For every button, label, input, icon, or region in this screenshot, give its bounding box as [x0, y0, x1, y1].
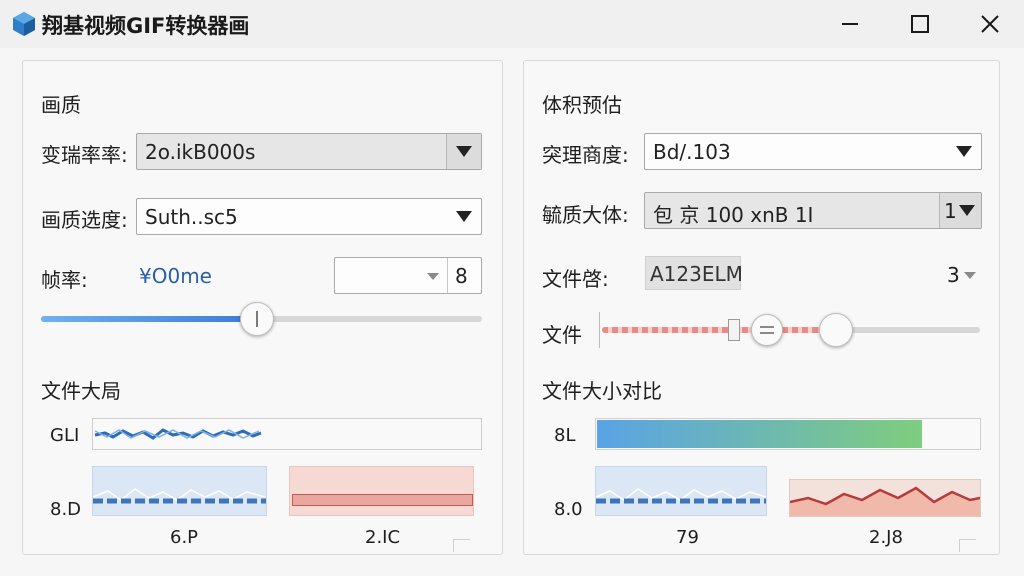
- caption-2: 2.IC: [365, 527, 401, 548]
- window-title: 翔基视频GIF转换器画: [42, 14, 250, 38]
- range-start-handle[interactable]: [728, 319, 740, 341]
- file-name-field[interactable]: A123ELM: [645, 256, 743, 290]
- size-compare-title: 文件大小对比: [542, 379, 662, 403]
- chevron-down-icon[interactable]: [427, 273, 439, 280]
- app-logo-icon: [13, 12, 35, 36]
- minimize-icon: [842, 23, 858, 25]
- quality-panel: 画质 变瑞率率: 2o.ikB000s 画质选度: Suth..sc5 帧率: …: [22, 60, 503, 555]
- minimize-button[interactable]: [818, 0, 882, 48]
- resolution-dropdown[interactable]: Bd/.103: [644, 133, 982, 170]
- gif-size-waveform: [596, 488, 766, 504]
- client-area: 画质 变瑞率率: 2o.ikB000s 画质选度: Suth..sc5 帧率: …: [0, 48, 1024, 576]
- file-slider-fill: [602, 327, 837, 333]
- gif-waveform: [94, 428, 262, 440]
- close-icon: [981, 15, 999, 33]
- quality-value: Suth..sc5: [145, 205, 238, 229]
- maximize-button[interactable]: [888, 0, 952, 48]
- title-bar[interactable]: 翔基视频GIF转换器画: [0, 0, 1024, 48]
- bitrate-label: 变瑞率率:: [41, 143, 128, 167]
- video-size-chart: [789, 479, 981, 517]
- row2-tag: 8.D: [50, 499, 82, 520]
- quality-section-title: 画质: [41, 93, 81, 117]
- gif-size-chart: [595, 466, 767, 516]
- body-quality-value: 包 京 100 xnB 1I: [653, 203, 814, 227]
- close-button[interactable]: [958, 0, 1022, 48]
- chevron-down-icon[interactable]: [447, 199, 481, 234]
- gif-waveform-track: [92, 418, 482, 450]
- row1-tag: GLI: [50, 425, 80, 446]
- gif-output-waveform: [93, 488, 266, 504]
- body-quality-dropdown[interactable]: 包 京 100 xnB 1I 1: [644, 192, 982, 229]
- caption-1: 79: [676, 527, 699, 548]
- fps-slider-fill: [41, 316, 258, 322]
- video-output-chart: [289, 466, 474, 516]
- chevron-down-icon[interactable]: [964, 272, 976, 279]
- file-count: 3: [947, 263, 960, 287]
- size-bar-fill: [597, 420, 922, 448]
- chevron-down-icon[interactable]: [446, 134, 481, 169]
- resize-grip-icon[interactable]: [453, 539, 470, 552]
- range-mid-handle[interactable]: [751, 314, 783, 346]
- video-size-waveform: [790, 486, 980, 516]
- row1-tag: 8L: [554, 425, 576, 446]
- resolution-label: 突理商度:: [542, 143, 629, 167]
- file-size-title: 文件大局: [41, 379, 121, 403]
- video-output-bar: [292, 494, 473, 506]
- size-bar-track: [595, 418, 981, 450]
- resolution-value: Bd/.103: [653, 140, 731, 164]
- caption-2: 2.J8: [869, 527, 903, 548]
- size-estimate-title: 体积预估: [542, 93, 622, 117]
- bitrate-value: 2o.ikB000s: [145, 140, 256, 164]
- file-label: 文件啓:: [542, 267, 609, 291]
- size-estimate-panel: 体积预估 突理商度: Bd/.103 毓质大体: 包 京 100 xnB 1I …: [523, 60, 1000, 555]
- gif-output-chart: [92, 466, 267, 516]
- caption-1: 6.P: [170, 527, 199, 548]
- fps-readout: ¥O0me: [139, 264, 212, 288]
- body-quality-label: 毓质大体:: [542, 203, 629, 227]
- file-slider-thumb[interactable]: [819, 313, 854, 347]
- fps-spin-value: 8: [455, 264, 468, 288]
- chevron-down-icon[interactable]: [947, 134, 981, 169]
- bitrate-dropdown[interactable]: 2o.ikB000s: [136, 133, 482, 170]
- resize-grip-icon[interactable]: [959, 539, 976, 552]
- chevron-down-icon[interactable]: 1: [939, 193, 981, 228]
- quality-label: 画质选度:: [41, 208, 128, 232]
- row2-tag: 8.0: [554, 499, 583, 520]
- fps-label: 帧率:: [41, 268, 88, 292]
- fps-spinner[interactable]: 8: [334, 257, 482, 294]
- file-slider-label: 文件: [542, 323, 582, 347]
- maximize-icon: [911, 15, 929, 33]
- quality-dropdown[interactable]: Suth..sc5: [136, 198, 482, 235]
- fps-slider-thumb[interactable]: [240, 302, 275, 336]
